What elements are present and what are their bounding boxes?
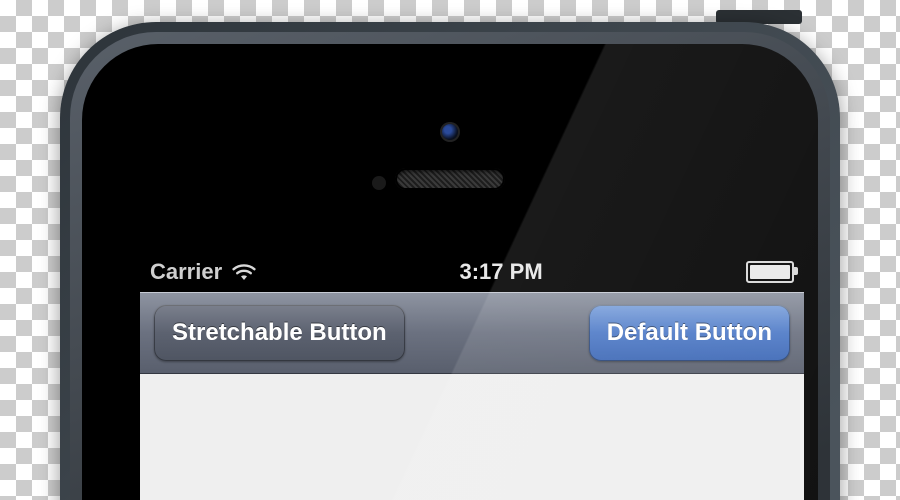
- wifi-icon: [232, 263, 256, 281]
- battery-icon: [746, 261, 794, 283]
- phone-frame: Carrier 3:17 PM: [60, 22, 840, 500]
- earpiece-speaker: [395, 168, 505, 190]
- default-button[interactable]: Default Button: [589, 305, 790, 361]
- canvas: Carrier 3:17 PM: [0, 0, 900, 500]
- proximity-sensor: [372, 176, 386, 190]
- toolbar: Stretchable Button Default Button: [140, 292, 804, 374]
- phone-glass: Carrier 3:17 PM: [82, 44, 818, 500]
- front-camera: [440, 122, 460, 142]
- status-bar: Carrier 3:17 PM: [140, 252, 804, 292]
- content-area: [140, 374, 804, 500]
- stretchable-button[interactable]: Stretchable Button: [154, 305, 405, 361]
- ios-screen: Carrier 3:17 PM: [140, 252, 804, 500]
- status-carrier: Carrier: [150, 259, 222, 285]
- status-time: 3:17 PM: [460, 259, 543, 285]
